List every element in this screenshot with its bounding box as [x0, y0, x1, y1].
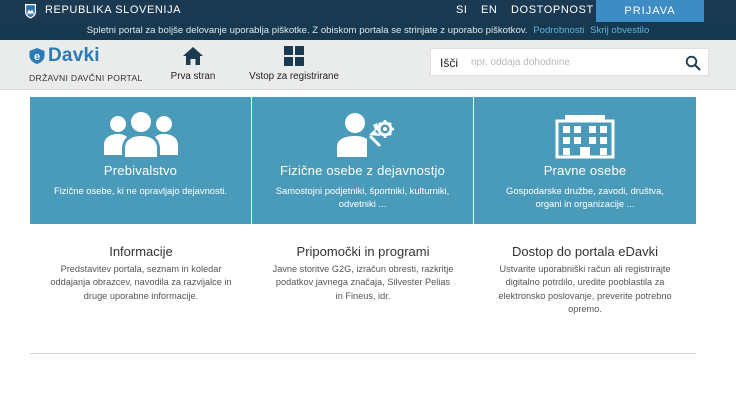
language-si-link[interactable]: SI	[456, 4, 467, 16]
info-column-pripomocki: Pripomočki in programi Javne storitve G2…	[252, 244, 474, 303]
portal-label: DRŽAVNI DAVČNI PORTAL	[29, 73, 143, 83]
info-column-informacije: Informacije Predstavitev portala, seznam…	[30, 244, 252, 303]
accessibility-label: DOSTOPNOST	[511, 4, 594, 16]
search-input[interactable]	[471, 53, 671, 72]
info-description: Predstavitev portala, seznam in koledar …	[50, 264, 232, 301]
cookie-notice-text: Spletni portal za boljše delovanje upora…	[86, 25, 528, 36]
nav-registered-label: Vstop za registrirane	[249, 71, 339, 82]
section-divider	[30, 353, 696, 354]
government-bar: REPUBLIKA SLOVENIJA SI EN DOSTOPNOST PRI…	[0, 0, 736, 22]
cookie-hide-link[interactable]: Skrij obvestilo	[590, 25, 649, 36]
search-icon[interactable]	[685, 55, 701, 71]
dashboard-icon	[284, 46, 304, 66]
tile-description: Samostojni podjetniki, športniki, kultur…	[275, 185, 450, 209]
nav-home-label: Prva stran	[170, 71, 216, 82]
country-name: REPUBLIKA SLOVENIJA	[45, 4, 182, 16]
svg-text:e: e	[34, 51, 40, 63]
tile-description: Fizične osebe, ki ne opravljajo dejavnos…	[53, 185, 227, 196]
tile-title: Prebivalstvo	[103, 163, 178, 178]
cookie-notice: Spletni portal za boljše delovanje upora…	[0, 22, 736, 40]
cookie-details-link[interactable]: Podrobnosti	[533, 25, 584, 36]
info-description: Ustvarite uporabniški račun ali registri…	[498, 264, 672, 315]
logo-text: Davki	[48, 45, 100, 66]
tile-description: Gospodarske družbe, zavodi, društva, org…	[506, 185, 664, 209]
tile-pravne-osebe[interactable]: Pravne osebe Gospodarske družbe, zavodi,…	[474, 97, 696, 224]
tile-prebivalstvo[interactable]: Prebivalstvo Fizične osebe, ki ne opravl…	[30, 97, 251, 224]
person-tools-icon	[336, 113, 394, 157]
login-button[interactable]: PRIJAVA	[596, 0, 704, 22]
info-column-dostop: Dostop do portala eDavki Ustvarite upora…	[474, 244, 696, 317]
info-title-link[interactable]: Pripomočki in programi	[252, 244, 474, 259]
search-label: Išči	[440, 56, 458, 70]
tile-title: Fizične osebe z dejavnostjo	[279, 163, 446, 178]
info-title-link[interactable]: Dostop do portala eDavki	[474, 244, 696, 259]
info-description: Javne storitve G2G, izračun obresti, raz…	[272, 264, 454, 301]
coat-of-arms-icon	[25, 4, 36, 19]
search-box: Išči	[430, 48, 709, 76]
nav-registered[interactable]: Vstop za registrirane	[248, 46, 340, 82]
info-title-link[interactable]: Informacije	[30, 244, 252, 259]
people-icon	[103, 112, 178, 157]
tile-title: Pravne osebe	[543, 163, 627, 178]
tile-fizicne-osebe-z-dejavnostjo[interactable]: Fizične osebe z dejavnostjo Samostojni p…	[252, 97, 473, 224]
language-en-link[interactable]: EN	[481, 4, 497, 16]
nav-home[interactable]: Prva stran	[168, 46, 218, 82]
edavki-logo[interactable]: e Davki	[28, 45, 100, 66]
edavki-logo-icon: e	[29, 48, 45, 64]
building-icon	[555, 115, 615, 159]
site-header: e Davki DRŽAVNI DAVČNI PORTAL Prva stran…	[0, 40, 736, 90]
home-icon	[183, 47, 203, 65]
accessibility-menu[interactable]: DOSTOPNOST	[511, 4, 604, 16]
